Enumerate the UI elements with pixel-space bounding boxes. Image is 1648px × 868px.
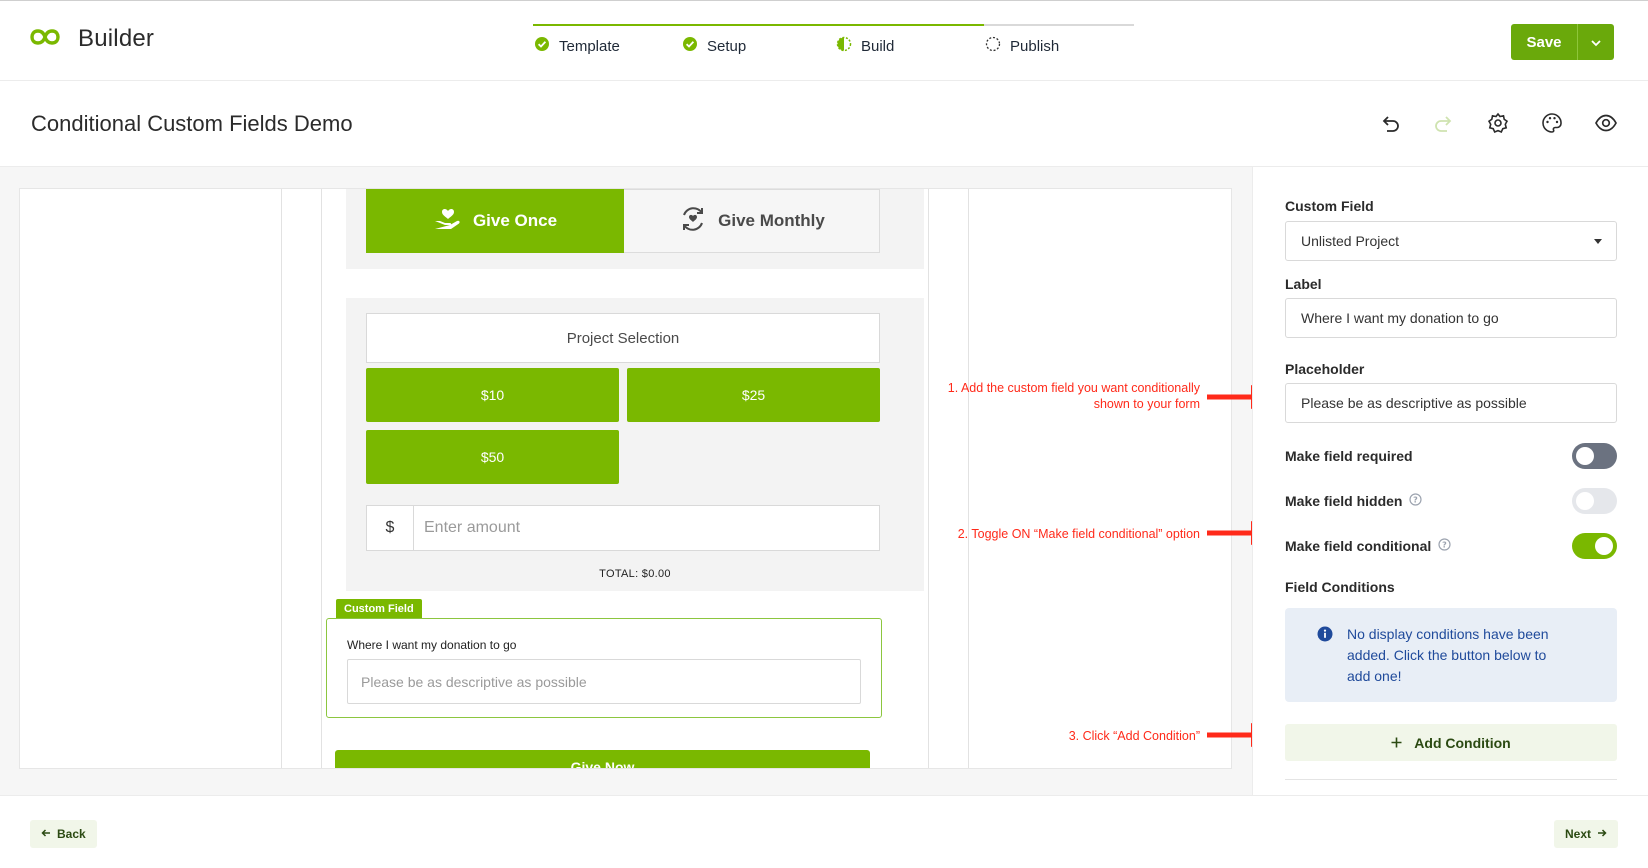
- progress-steps: Template Setup Build Publish: [533, 24, 1134, 64]
- annotation-step-3: 3. Click “Add Condition”: [1068, 729, 1200, 743]
- custom-field-label: Where I want my donation to go: [347, 638, 517, 652]
- plus-icon: [1391, 735, 1402, 751]
- brand: Builder: [30, 25, 154, 53]
- step-build[interactable]: Build: [836, 36, 894, 56]
- give-now-button[interactable]: Give Now: [335, 750, 870, 768]
- annotation-step-1: 1. Add the custom field you want conditi…: [947, 381, 1200, 411]
- donation-form-preview: Give Once Give Monthly Project Selection…: [323, 189, 949, 768]
- step-publish[interactable]: Publish: [985, 36, 1059, 56]
- form-canvas: Give Once Give Monthly Project Selection…: [19, 188, 1232, 769]
- check-circle-icon: [534, 36, 550, 56]
- preview-eye-icon[interactable]: [1594, 111, 1618, 135]
- tab-give-monthly[interactable]: Give Monthly: [624, 189, 880, 253]
- back-button[interactable]: Back: [30, 820, 97, 848]
- chevron-down-icon: [1590, 35, 1602, 50]
- arrow-left-icon: [41, 827, 51, 841]
- custom-field-select[interactable]: Unlisted Project: [1285, 221, 1617, 261]
- field-settings-panel: Custom Field Unlisted Project Label Wher…: [1252, 167, 1648, 795]
- tab-give-once[interactable]: Give Once: [366, 189, 624, 253]
- no-conditions-notice: No display conditions have been added. C…: [1285, 608, 1617, 702]
- undo-icon[interactable]: [1378, 111, 1402, 135]
- app-title: Builder: [78, 25, 155, 52]
- conditional-toggle[interactable]: [1572, 533, 1617, 559]
- field-conditions-label: Field Conditions: [1285, 579, 1395, 595]
- app-window: Builder Template Setup Build Publish Sav…: [0, 0, 1648, 868]
- recurring-heart-icon: [678, 204, 708, 239]
- amount-button-50[interactable]: $50: [366, 430, 619, 484]
- settings-gear-icon[interactable]: [1486, 111, 1510, 135]
- save-button-group: Save: [1511, 24, 1614, 60]
- custom-amount-input[interactable]: $ Enter amount: [366, 505, 880, 551]
- step-template[interactable]: Template: [534, 36, 620, 56]
- page-title: Conditional Custom Fields Demo: [31, 111, 353, 136]
- amount-placeholder: Enter amount: [424, 519, 521, 536]
- amount-button-10[interactable]: $10: [366, 368, 619, 422]
- save-button[interactable]: Save: [1511, 24, 1577, 60]
- svg-text:?: ?: [1414, 495, 1419, 504]
- custom-field-input[interactable]: Please be as descriptive as possible: [347, 659, 861, 704]
- top-bar: Builder Template Setup Build Publish Sav…: [0, 1, 1648, 81]
- total-amount: TOTAL: $0.00: [599, 568, 671, 580]
- placeholder-label: Placeholder: [1285, 361, 1365, 377]
- page-header: Conditional Custom Fields Demo: [0, 81, 1648, 167]
- project-selection-field[interactable]: Project Selection: [366, 313, 880, 363]
- arrow-right-icon: [1597, 827, 1607, 841]
- palette-icon[interactable]: [1540, 111, 1564, 135]
- progress-fill: [533, 24, 984, 26]
- toolbar: [1378, 111, 1618, 135]
- save-options-button[interactable]: [1577, 24, 1614, 60]
- no-conditions-text: No display conditions have been added. C…: [1347, 626, 1549, 684]
- step-setup[interactable]: Setup: [682, 36, 746, 56]
- currency-symbol: $: [367, 506, 414, 550]
- placeholder-input[interactable]: Please be as descriptive as possible: [1285, 383, 1617, 423]
- hidden-toggle[interactable]: [1572, 488, 1617, 514]
- donation-frequency-tabs: Give Once Give Monthly: [346, 189, 924, 269]
- check-circle-icon: [682, 36, 698, 56]
- custom-field-label: Custom Field: [1285, 198, 1374, 214]
- custom-field-block[interactable]: Where I want my donation to go Please be…: [326, 618, 882, 718]
- toggle-row-hidden: Make field hidden ?: [1285, 488, 1617, 514]
- heart-hand-icon: [433, 207, 463, 236]
- help-icon[interactable]: ?: [1438, 538, 1451, 554]
- toggle-row-conditional: Make field conditional ?: [1285, 533, 1617, 559]
- custom-field-badge: Custom Field: [336, 599, 422, 619]
- amount-button-25[interactable]: $25: [627, 368, 880, 422]
- help-icon[interactable]: ?: [1409, 493, 1423, 509]
- footer-bar: Back Next: [0, 795, 1648, 868]
- svg-text:?: ?: [1442, 540, 1447, 549]
- next-button[interactable]: Next: [1553, 820, 1618, 848]
- infinity-logo-icon: [30, 27, 60, 52]
- info-icon: [1317, 626, 1333, 647]
- label-input[interactable]: Where I want my donation to go: [1285, 298, 1617, 338]
- caret-down-icon: [1594, 239, 1602, 244]
- amount-selection-card: Project Selection $10 $25 $50 $ Enter am…: [346, 298, 924, 591]
- add-condition-button[interactable]: Add Condition: [1285, 724, 1617, 761]
- toggle-row-required: Make field required: [1285, 443, 1617, 469]
- redo-icon[interactable]: [1432, 111, 1456, 135]
- dashed-circle-icon: [985, 36, 1001, 56]
- annotation-step-2: 2. Toggle ON “Make field conditional” op…: [957, 527, 1200, 541]
- builder-content: Give Once Give Monthly Project Selection…: [0, 167, 1283, 795]
- half-circle-icon: [836, 36, 852, 56]
- label-label: Label: [1285, 276, 1322, 292]
- required-toggle[interactable]: [1572, 443, 1617, 469]
